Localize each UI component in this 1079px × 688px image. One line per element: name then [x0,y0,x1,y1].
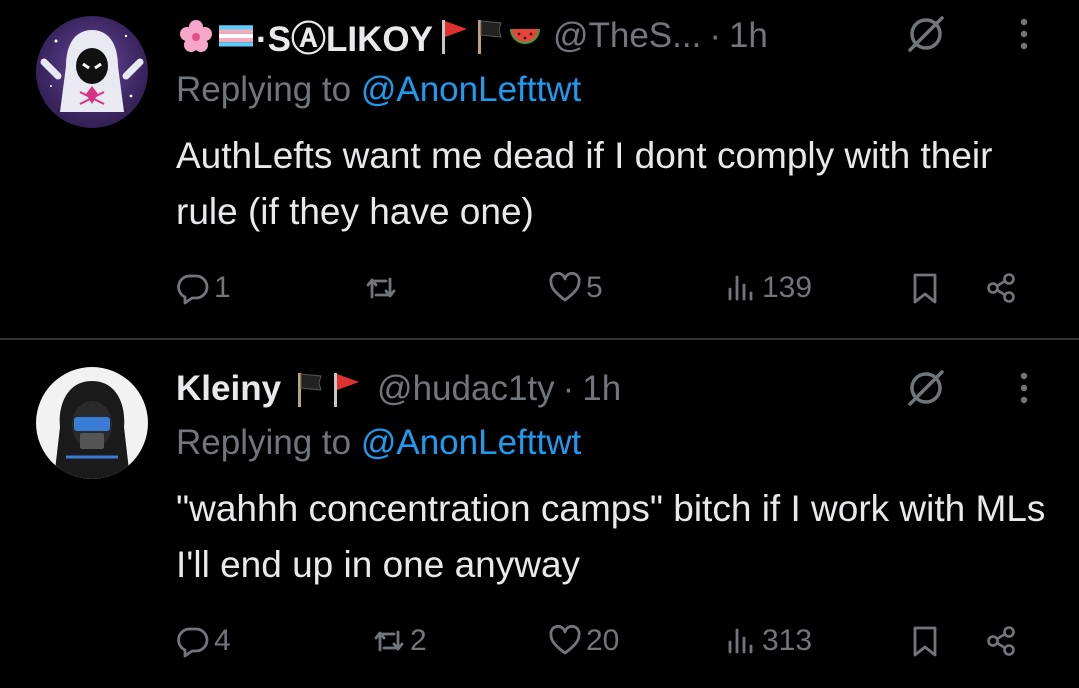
reply-icon [177,627,209,658]
reply-icon [177,274,209,305]
reply-target-link[interactable]: @AnonLefttwt [361,70,581,109]
retweet-count: 2 [410,624,427,657]
tweet-text: "wahhh concentration camps" bitch if I w… [176,488,1046,585]
display-name[interactable]: Kleiny [176,369,281,409]
action-bar: 4 2 20 313 [176,621,1036,661]
cherry-blossom-emoji [179,19,213,53]
grok-icon[interactable] [904,366,948,410]
reply-count: 4 [214,624,231,657]
retweet-icon [366,277,396,299]
avatar[interactable] [36,367,148,479]
replying-to-label: Replying to [176,70,361,109]
timestamp[interactable]: 1h [582,369,621,409]
bookmark-icon [913,626,937,657]
grok-icon[interactable] [904,12,948,56]
reply-count: 1 [214,271,231,304]
share-icon [987,626,1015,656]
replying-to-label: Replying to [176,423,361,462]
like-count: 20 [586,624,620,657]
replying-to: Replying to @AnonLefttwt [176,70,581,110]
separator-dot: · [562,369,575,408]
bookmark-button[interactable] [908,621,942,661]
retweet-button[interactable]: 2 [372,621,427,661]
views-chart-icon [728,275,753,301]
watermelon-emoji [508,19,542,53]
views-chart-icon [728,628,753,654]
red-flag-icon [331,371,361,407]
like-button[interactable]: 5 [548,268,603,308]
black-flag-icon [295,371,325,407]
reply-button[interactable]: 4 [176,621,231,661]
action-bar: 1 5 139 [176,268,1036,308]
like-count: 5 [586,271,603,304]
more-options-icon[interactable] [1004,366,1044,410]
tweet-header: ·SⒶLIKOY @TheS... · 1h [176,13,768,59]
black-flag-icon [475,18,505,54]
more-options-icon[interactable] [1004,12,1044,56]
share-button[interactable] [984,621,1018,661]
heart-icon [549,624,581,655]
tweet-header: Kleiny @hudac1ty · 1h [176,366,621,412]
view-count: 313 [762,624,813,657]
avatar[interactable] [36,16,148,128]
trans-flag-emoji [219,19,253,53]
tweet[interactable]: ·SⒶLIKOY @TheS... · 1h Replying to @Anon… [0,0,1079,338]
bookmark-icon [913,273,937,304]
timestamp[interactable]: 1h [729,16,768,56]
share-icon [987,273,1015,303]
bookmark-button[interactable] [908,268,942,308]
reply-button[interactable]: 1 [176,268,231,308]
share-button[interactable] [984,268,1018,308]
replying-to: Replying to @AnonLefttwt [176,423,581,463]
views-button[interactable]: 313 [724,621,812,661]
retweet-icon [374,630,404,652]
heart-icon [549,271,581,302]
user-handle[interactable]: @hudac1ty [377,369,555,409]
retweet-button[interactable] [364,268,402,308]
red-flag-icon [439,18,469,54]
view-count: 139 [762,271,813,304]
display-name[interactable]: ·SⒶLIKOY [256,11,433,62]
reply-target-link[interactable]: @AnonLefttwt [361,423,581,462]
tweet-text: AuthLefts want me dead if I dont comply … [176,135,993,232]
separator-dot: · [709,16,721,55]
tweet[interactable]: Kleiny @hudac1ty · 1h Replying to @AnonL… [0,340,1079,688]
views-button[interactable]: 139 [724,268,812,308]
user-handle[interactable]: @TheS... [553,16,701,56]
like-button[interactable]: 20 [548,621,619,661]
